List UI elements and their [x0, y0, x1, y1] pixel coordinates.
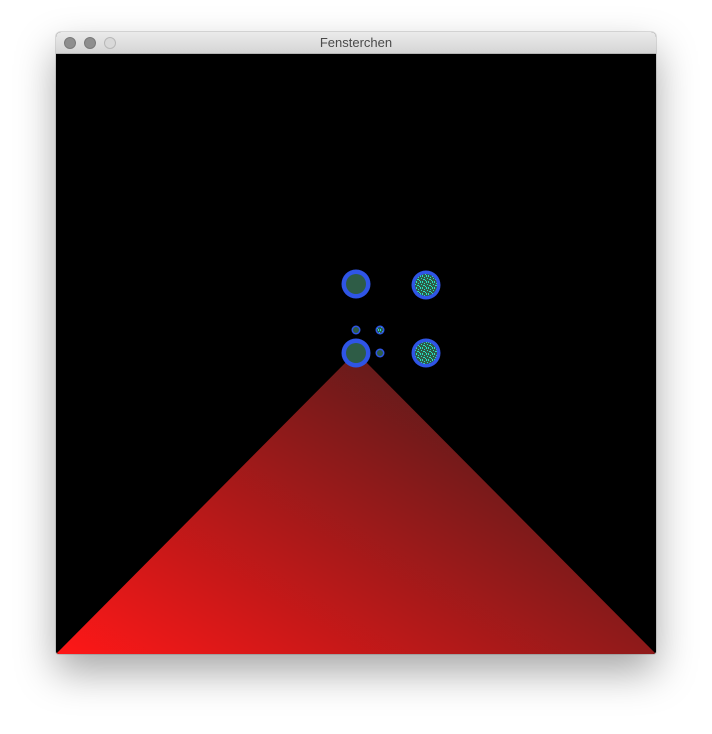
- scene-svg: [56, 54, 656, 654]
- title-bar[interactable]: Fensterchen: [56, 32, 656, 54]
- small-circle-top-right-textured: [377, 327, 383, 333]
- app-window: Fensterchen: [56, 32, 656, 654]
- circle-top-left: [346, 274, 366, 294]
- drawing-canvas: [56, 54, 656, 654]
- circle-top-right-textured: [415, 274, 437, 296]
- window-title: Fensterchen: [319, 35, 393, 50]
- circle-bottom-left: [346, 343, 366, 363]
- circle-bottom-right-textured: [415, 342, 437, 364]
- small-circle-bottom-right: [377, 350, 383, 356]
- small-circle-top-left: [353, 327, 359, 333]
